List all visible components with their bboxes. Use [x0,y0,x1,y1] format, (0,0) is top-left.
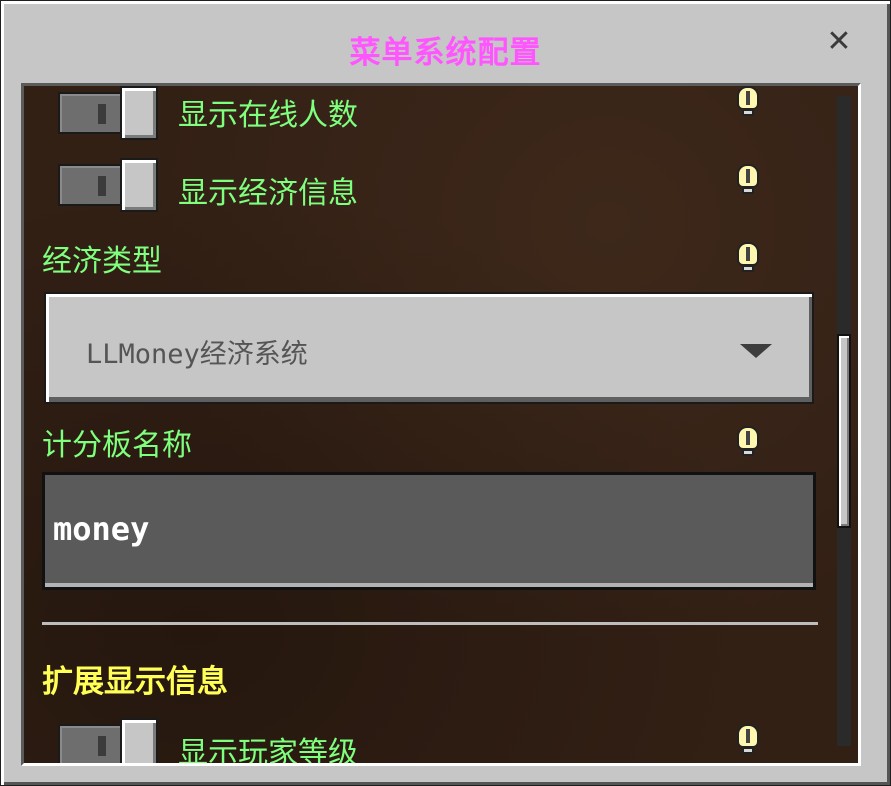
economy-info-label: 显示经济信息 [178,176,358,211]
economy-info-toggle[interactable] [58,158,158,212]
info-bulb-base [742,449,754,456]
toggle-pin [98,176,106,196]
info-bulb-base [742,747,754,754]
player-level-toggle[interactable] [58,718,158,763]
info-bulb-icon[interactable] [736,164,760,194]
info-bulb-icon[interactable] [736,426,760,456]
close-icon[interactable]: ✕ [824,27,854,57]
toggle-knob[interactable] [120,158,158,212]
toggle-knob[interactable] [120,718,158,763]
toggle-knob[interactable] [120,86,158,140]
online-count-toggle[interactable] [58,86,158,140]
setting-row-economy-info: 显示经济信息 [24,158,824,218]
extended-info-section-title: 扩展显示信息 [42,664,228,700]
toggle-track [58,92,124,134]
economy-type-dropdown[interactable]: LLMoney经济系统 [44,292,814,404]
section-divider [42,622,818,625]
info-bulb-icon[interactable] [736,242,760,272]
info-bulb [737,426,759,450]
info-bulb-base [742,265,754,272]
scrollbar-thumb[interactable] [837,334,851,528]
info-bulb [737,164,759,188]
scoreboard-name-input[interactable] [51,503,795,555]
toggle-pin [98,736,106,756]
scoreboard-name-field[interactable] [42,472,816,590]
toggle-pin [98,104,106,124]
toggle-track [58,164,124,206]
setting-row-player-level: 显示玩家等级 [24,718,824,766]
info-bulb-base [742,187,754,194]
settings-scroll-panel[interactable]: 显示在线人数 显示经济信息 经济类型 LLMoney经济系统 计分板名称 mon… [21,83,861,766]
info-bulb-icon[interactable] [736,86,760,116]
player-level-label: 显示玩家等级 [178,736,358,766]
economy-type-selected: LLMoney经济系统 [86,339,308,370]
scrollbar[interactable] [837,96,851,746]
chevron-down-icon [740,344,772,358]
economy-type-label: 经济类型 [42,244,162,279]
info-bulb-base [742,109,754,116]
online-count-label: 显示在线人数 [178,98,358,133]
settings-window: 菜单系统配置 ✕ 显示在线人数 显示经济信息 经济类型 LLMoney经济系统 … [0,0,891,786]
window-title: 菜单系统配置 [349,35,542,71]
scoreboard-name-label: 计分板名称 [42,428,192,463]
info-bulb-icon[interactable] [736,724,760,754]
setting-row-online-count: 显示在线人数 [24,86,824,148]
info-bulb [737,86,759,110]
info-bulb [737,724,759,748]
info-bulb [737,242,759,266]
toggle-track [58,724,124,763]
